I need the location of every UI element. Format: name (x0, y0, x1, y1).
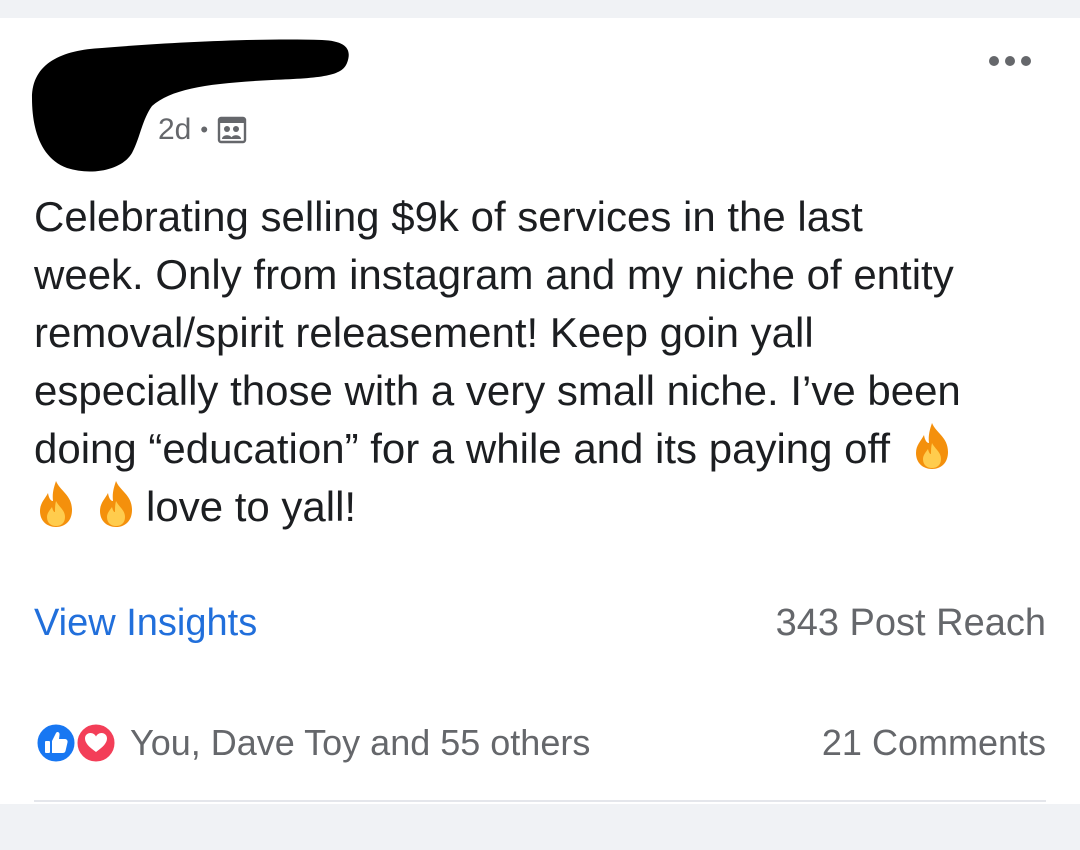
card-divider (34, 800, 1046, 802)
post-text-ending: love to yall! (146, 483, 357, 530)
group-audience-icon (217, 116, 247, 144)
post-card: 2d • Celebrating selling $9k of services… (0, 18, 1080, 804)
like-reaction-icon (34, 721, 78, 765)
redacted-author-mark (32, 39, 349, 172)
comments-count-link[interactable]: 21 Comments (822, 722, 1046, 764)
post-text-line: doing “education” for a while and its pa… (34, 425, 891, 472)
post-meta: 2d • (158, 110, 247, 150)
meta-separator: • (200, 117, 209, 142)
bottom-background-strip (0, 804, 1080, 850)
love-reaction-icon (74, 721, 118, 765)
fire-emoji-icon (915, 423, 948, 469)
post-text-line: week. Only from instagram and my niche o… (34, 251, 954, 298)
fire-emoji-icon (40, 481, 72, 527)
reactions-row: You, Dave Toy and 55 others 21 Comments (34, 718, 1046, 768)
post-timestamp[interactable]: 2d (158, 113, 191, 147)
view-insights-link[interactable]: View Insights (34, 602, 257, 645)
more-options-icon[interactable] (980, 46, 1040, 76)
post-text-line: removal/spirit releasement! Keep goin ya… (34, 309, 814, 356)
post-body-text: Celebrating selling $9k of services in t… (34, 188, 1054, 536)
reactors-names: You, Dave Toy and 55 others (130, 722, 591, 763)
top-background-strip (0, 0, 1080, 18)
post-text-line: especially those with a very small niche… (34, 367, 961, 414)
reactions-summary[interactable]: You, Dave Toy and 55 others (34, 721, 590, 765)
fire-emoji-icon (100, 481, 132, 527)
post-text-line: Celebrating selling $9k of services in t… (34, 193, 863, 240)
post-reach-count: 343 Post Reach (775, 601, 1046, 644)
reaction-icons (34, 721, 120, 765)
insights-row: View Insights 343 Post Reach (34, 598, 1046, 648)
